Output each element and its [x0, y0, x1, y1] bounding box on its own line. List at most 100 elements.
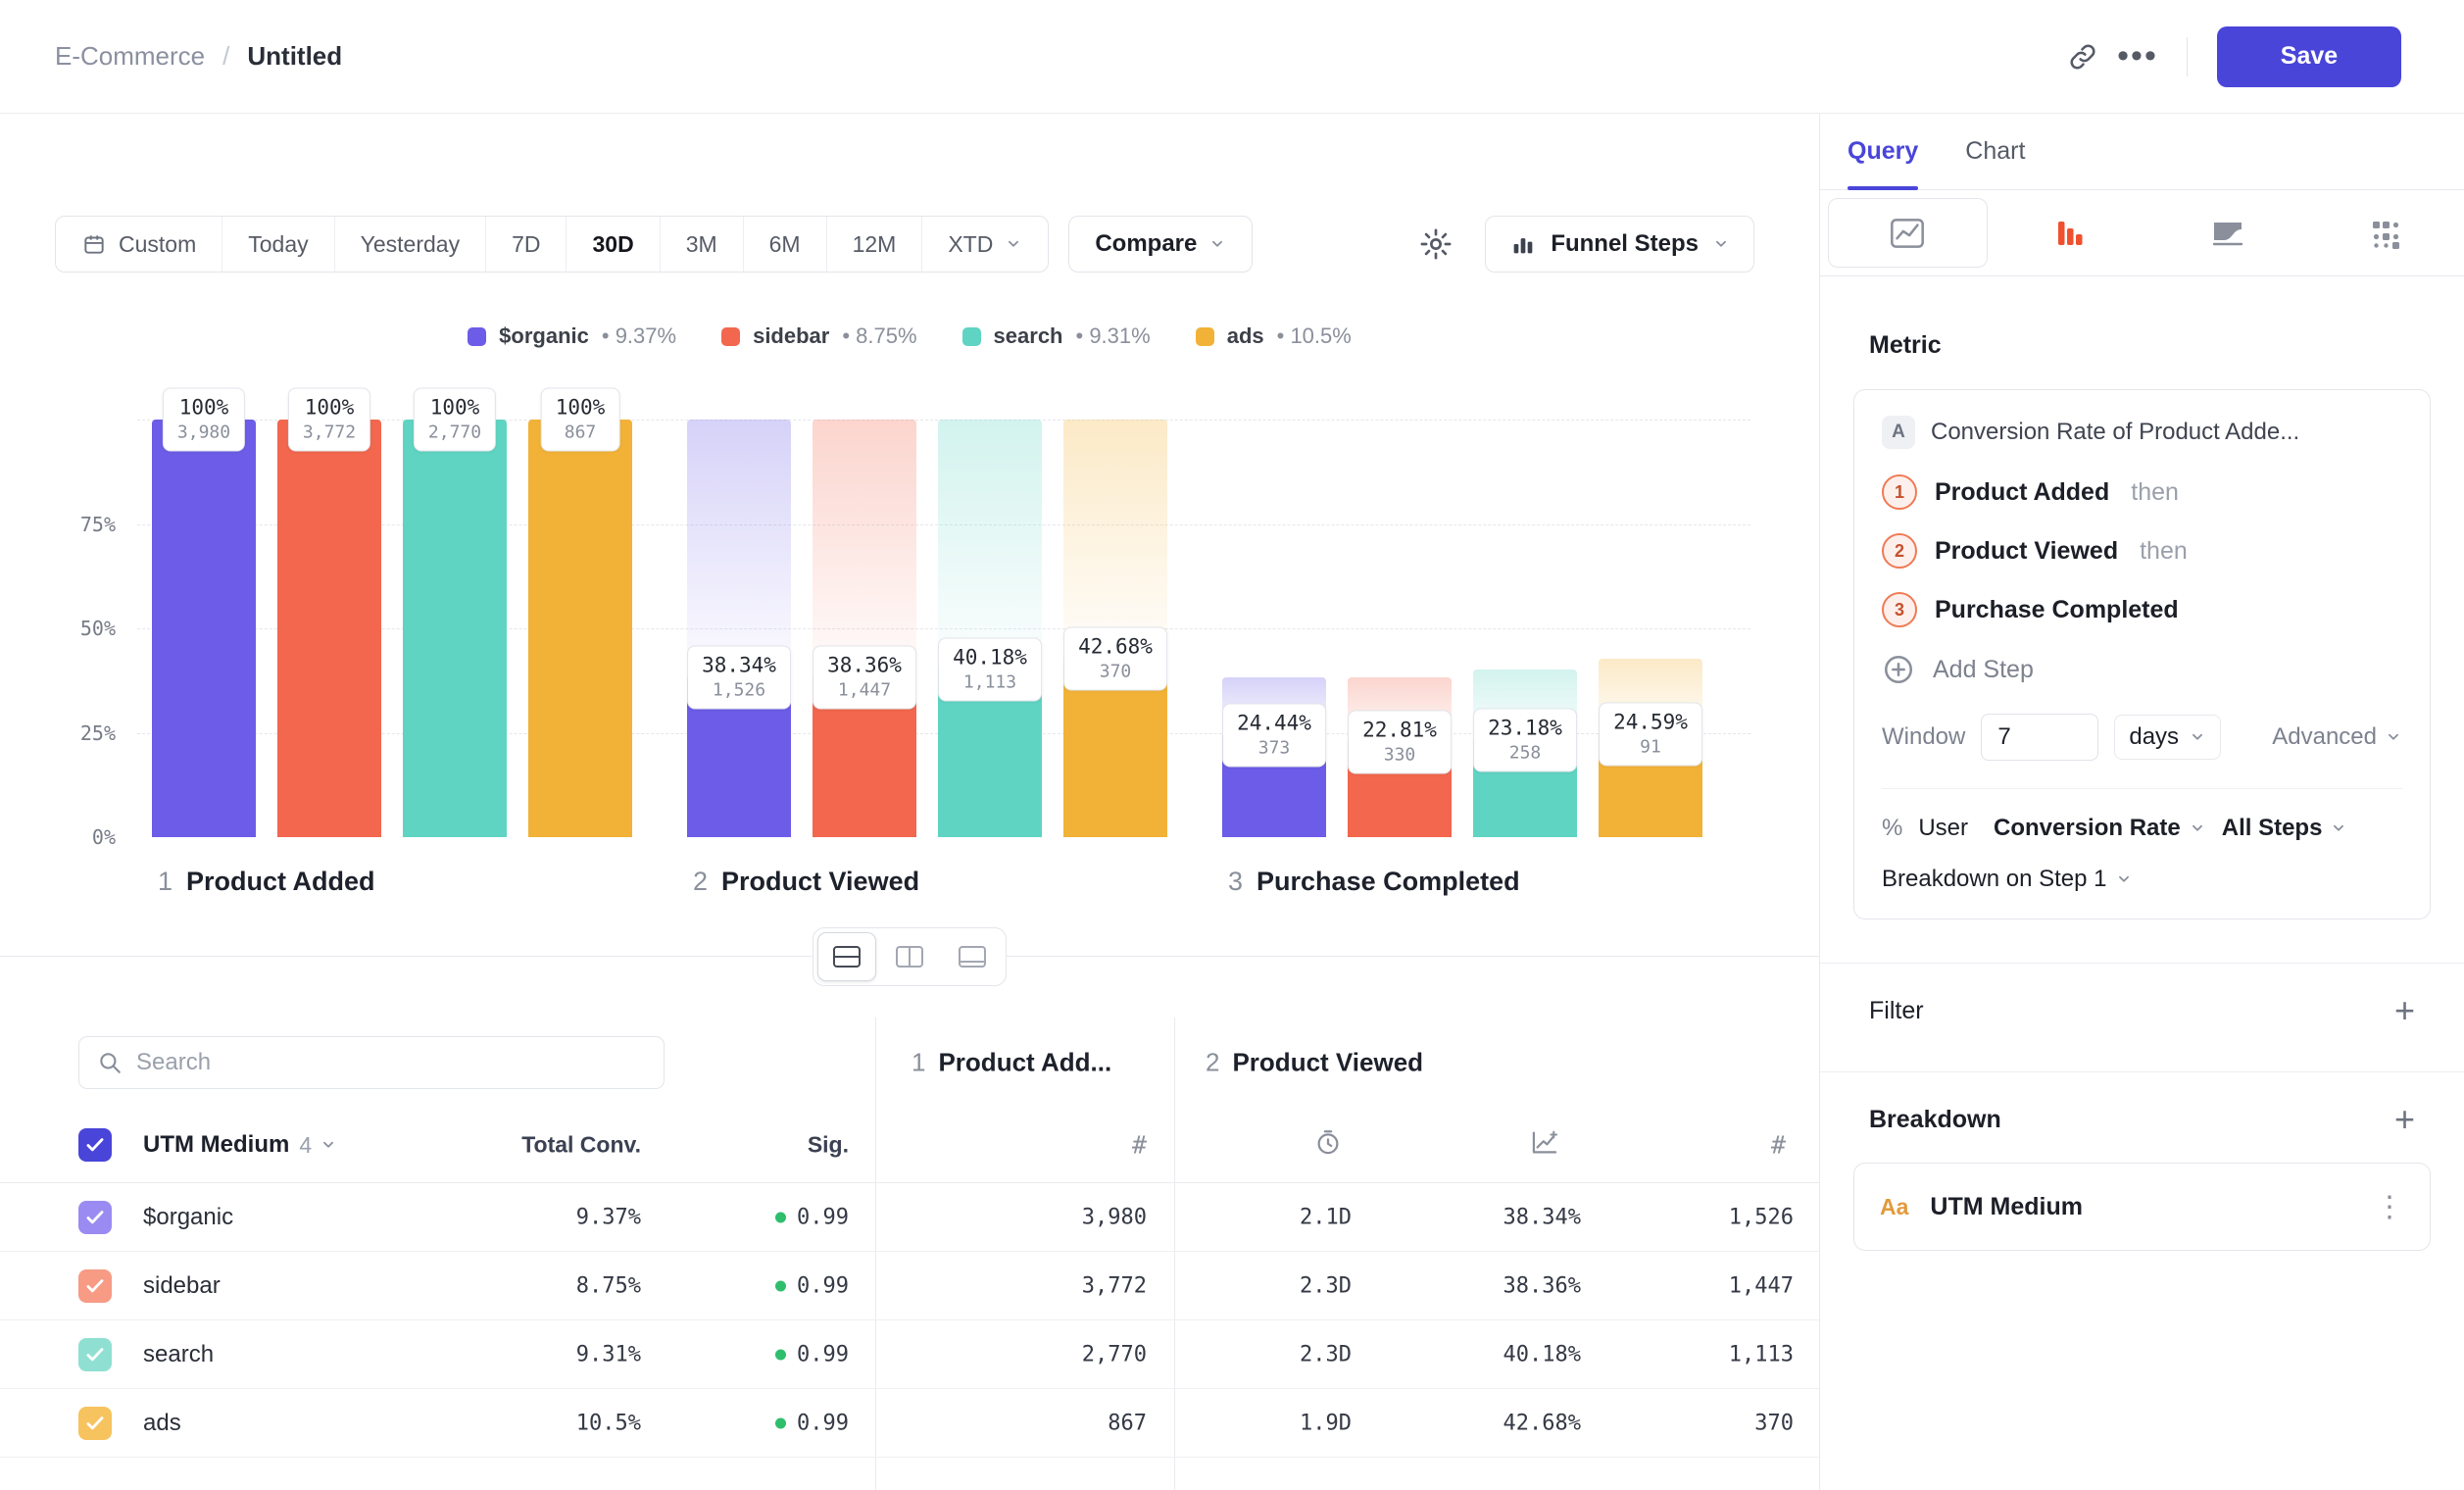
count-metric-icon[interactable]: #: [1088, 1131, 1147, 1160]
funnel-bar-sidebar[interactable]: 100%3,772: [277, 420, 381, 837]
metric-title: Conversion Rate of Product Adde...: [1931, 419, 2299, 446]
breadcrumb-current[interactable]: Untitled: [247, 41, 342, 72]
add-filter-button[interactable]: +: [2394, 993, 2415, 1028]
metric-step-2[interactable]: 2Product Viewedthen: [1882, 533, 2402, 569]
metric-card-header[interactable]: A Conversion Rate of Product Adde...: [1882, 416, 2402, 449]
funnel-bar-search[interactable]: 40.18%1,113: [938, 420, 1042, 837]
bar-pct: 24.44%: [1237, 711, 1311, 734]
measure-section: % User Conversion Rate All Steps Breakdo…: [1882, 788, 2402, 893]
row-checkbox[interactable]: [78, 1269, 112, 1303]
chevron-down-icon: [2189, 820, 2206, 837]
sig-value: 0.99: [653, 1205, 849, 1229]
bar-unconverted-area: [813, 420, 916, 677]
save-button[interactable]: Save: [2217, 26, 2401, 87]
add-step-button[interactable]: Add Step: [1882, 653, 2402, 686]
bar-count: 91: [1613, 737, 1688, 758]
legend-item-ads[interactable]: ads• 10.5%: [1196, 323, 1352, 349]
range-7d[interactable]: 7D: [485, 217, 566, 272]
window-unit-dropdown[interactable]: days: [2114, 715, 2221, 760]
range-3m[interactable]: 3M: [660, 217, 743, 272]
time-to-convert-icon[interactable]: [1313, 1128, 1343, 1163]
count-metric-icon[interactable]: #: [1727, 1131, 1786, 1160]
compare-button[interactable]: Compare: [1068, 216, 1253, 273]
table-row-ads[interactable]: ads10.5%0.998671.9D42.68%370: [0, 1389, 1819, 1458]
layout-split-horizontal-button[interactable]: [817, 932, 876, 981]
breakdown-on-step-dropdown[interactable]: Breakdown on Step 1: [1882, 866, 2402, 893]
chart-type-selector[interactable]: Funnel Steps: [1485, 216, 1754, 273]
row-checkbox[interactable]: [78, 1338, 112, 1371]
y-axis-tick: 75%: [0, 513, 116, 536]
legend-item-$organic[interactable]: $organic• 9.37%: [468, 323, 676, 349]
measure-dropdown[interactable]: Conversion Rate: [1994, 815, 2206, 842]
panel-body: Metric A Conversion Rate of Product Adde…: [1820, 276, 2464, 1251]
select-all-checkbox[interactable]: [78, 1128, 112, 1162]
more-menu-icon[interactable]: •••: [2110, 29, 2165, 84]
funnel-bar-search[interactable]: 23.18%258: [1473, 420, 1577, 837]
breadcrumb-parent[interactable]: E-Commerce: [55, 41, 205, 72]
chevron-down-icon: [2189, 728, 2206, 746]
funnel-bar-ads[interactable]: 42.68%370: [1063, 420, 1167, 837]
bar-count: 3,980: [177, 422, 230, 443]
table-row-sidebar[interactable]: sidebar8.75%0.993,7722.3D38.36%1,447: [0, 1252, 1819, 1320]
funnel-bar-search[interactable]: 100%2,770: [403, 420, 507, 837]
funnel-bar-ads[interactable]: 24.59%91: [1599, 420, 1702, 837]
range-6m[interactable]: 6M: [743, 217, 826, 272]
sig-header[interactable]: Sig.: [653, 1132, 849, 1159]
funnel-bar-$organic[interactable]: 100%3,980: [152, 420, 256, 837]
range-xtd[interactable]: XTD: [921, 217, 1048, 272]
line-chart-tab[interactable]: [1828, 198, 1988, 268]
bar-value-label: 38.36%1,447: [813, 645, 916, 709]
y-axis-tick: 50%: [0, 617, 116, 640]
share-link-icon[interactable]: [2055, 29, 2110, 84]
legend-name: sidebar: [753, 323, 829, 349]
add-breakdown-button[interactable]: +: [2394, 1102, 2415, 1137]
group-header-step1: 1Product Add...: [912, 1048, 1111, 1078]
table-row-search[interactable]: search9.31%0.992,7702.3D40.18%1,113: [0, 1320, 1819, 1389]
row-checkbox[interactable]: [78, 1407, 112, 1440]
bar-count: 2,770: [428, 422, 481, 443]
settings-gear-icon[interactable]: [1408, 217, 1463, 272]
range-12m[interactable]: 12M: [826, 217, 922, 272]
bar-count: 1,447: [827, 679, 902, 700]
kebab-menu-icon[interactable]: ⋮: [2375, 1190, 2404, 1224]
funnel-bar-sidebar[interactable]: 38.36%1,447: [813, 420, 916, 837]
range-custom[interactable]: Custom: [56, 217, 222, 272]
step-number: 3: [1228, 867, 1243, 896]
matrix-chart-tab[interactable]: [2306, 190, 2464, 275]
retention-chart-tab[interactable]: [2149, 190, 2307, 275]
range-today[interactable]: Today: [222, 217, 333, 272]
sig-number: 0.99: [797, 1411, 849, 1435]
metric-step-3[interactable]: 3Purchase Completed: [1882, 592, 2402, 627]
breakdown-column-header[interactable]: UTM Medium 4: [123, 1131, 337, 1159]
advanced-dropdown[interactable]: Advanced: [2272, 723, 2402, 751]
row-checkbox[interactable]: [78, 1201, 112, 1234]
funnel-chart-tab[interactable]: [1992, 190, 2149, 275]
layout-split-vertical-button[interactable]: [880, 932, 939, 981]
layout-chart-only-button[interactable]: [943, 932, 1002, 981]
bars-row: 38.34%1,526 38.36%1,447 40.18%1,11342.68%3…: [687, 420, 1167, 837]
window-value-input[interactable]: [1981, 714, 2098, 761]
conversion-chart-icon[interactable]: [1529, 1128, 1560, 1163]
tab-query[interactable]: Query: [1848, 114, 1918, 189]
funnel-bar-sidebar[interactable]: 22.81%330: [1348, 420, 1452, 837]
funnel-bar-$organic[interactable]: 38.34%1,526: [687, 420, 791, 837]
range-yesterday[interactable]: Yesterday: [334, 217, 485, 272]
funnel-bar-$organic[interactable]: 24.44%373: [1222, 420, 1326, 837]
funnel-bar-ads[interactable]: 100%867: [528, 420, 632, 837]
time-to-convert: 2.3D: [1205, 1342, 1352, 1366]
measure-entity[interactable]: User: [1918, 815, 1968, 842]
breakdown-property-card[interactable]: Aa UTM Medium ⋮: [1853, 1163, 2431, 1251]
scope-dropdown[interactable]: All Steps: [2222, 815, 2348, 842]
legend-swatch: [1196, 327, 1214, 346]
bar-value-label: 24.44%373: [1222, 703, 1326, 767]
table-row-$organic[interactable]: $organic9.37%0.993,9802.1D38.34%1,526: [0, 1183, 1819, 1252]
search-input[interactable]: [136, 1049, 646, 1076]
bar-converted-area: [277, 420, 381, 837]
legend-item-search[interactable]: search• 9.31%: [962, 323, 1151, 349]
total-conv-header[interactable]: Total Conv.: [396, 1132, 641, 1159]
metric-step-1[interactable]: 1Product Addedthen: [1882, 474, 2402, 510]
tab-chart[interactable]: Chart: [1965, 114, 2025, 189]
legend-item-sidebar[interactable]: sidebar• 8.75%: [721, 323, 916, 349]
range-30d[interactable]: 30D: [566, 217, 659, 272]
metric-badge: A: [1882, 416, 1915, 449]
